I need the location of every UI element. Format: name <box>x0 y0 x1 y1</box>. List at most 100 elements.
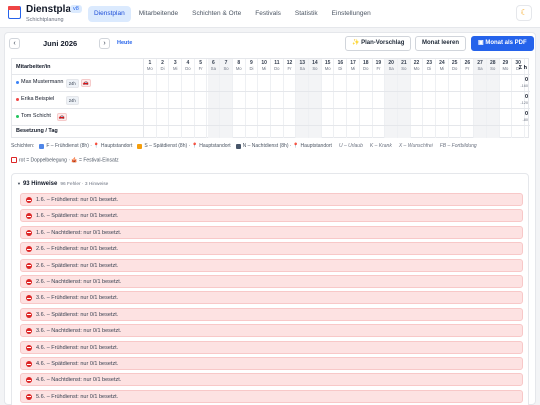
day-cell[interactable] <box>296 126 310 138</box>
day-cell[interactable] <box>309 109 322 125</box>
day-cell[interactable] <box>360 109 373 125</box>
day-cell[interactable] <box>449 75 462 91</box>
day-cell[interactable] <box>335 126 348 138</box>
day-cell[interactable] <box>207 75 221 91</box>
day-cell[interactable] <box>500 109 513 125</box>
day-cell[interactable] <box>157 126 170 138</box>
day-cell[interactable] <box>335 75 348 91</box>
day-cell[interactable] <box>144 75 157 91</box>
day-cell[interactable] <box>258 92 271 108</box>
day-cell[interactable] <box>423 92 437 108</box>
day-cell[interactable] <box>322 92 335 108</box>
day-cell[interactable] <box>144 126 157 138</box>
day-cell[interactable] <box>258 75 271 91</box>
day-cell[interactable] <box>449 92 462 108</box>
day-cell[interactable] <box>449 109 462 125</box>
day-cell[interactable] <box>398 109 411 125</box>
nav-tab[interactable]: Statistik <box>289 6 324 22</box>
day-cell[interactable] <box>309 126 322 138</box>
hint-item[interactable]: 1.6. – Spätdienst: nur 0/1 besetzt. <box>20 209 523 223</box>
export-pdf-button[interactable]: ▣ Monat als PDF <box>471 36 534 51</box>
hints-header[interactable]: ▼ 93 Hinweise 96 Fehler · 3 Hinweise <box>17 181 108 187</box>
day-cell[interactable] <box>284 126 297 138</box>
day-cell[interactable] <box>512 75 525 91</box>
day-cell[interactable] <box>284 75 297 91</box>
day-cell[interactable] <box>449 126 462 138</box>
day-cell[interactable] <box>182 75 195 91</box>
day-cell[interactable] <box>233 109 246 125</box>
hint-item[interactable]: 1.6. – Frühdienst: nur 0/1 besetzt. <box>20 193 523 206</box>
day-cell[interactable] <box>512 109 525 125</box>
day-cell[interactable] <box>423 75 437 91</box>
day-cell[interactable] <box>296 109 310 125</box>
day-cell[interactable] <box>296 92 310 108</box>
next-month-button[interactable]: › <box>99 38 110 49</box>
day-cell[interactable] <box>373 92 386 108</box>
day-cell[interactable] <box>233 126 246 138</box>
day-cell[interactable] <box>512 126 525 138</box>
hint-item[interactable]: 4.6. – Spätdienst: nur 0/1 besetzt. <box>20 357 523 370</box>
day-cell[interactable] <box>486 92 500 108</box>
day-cell[interactable] <box>169 126 183 138</box>
day-cell[interactable] <box>474 92 487 108</box>
day-cell[interactable] <box>284 92 297 108</box>
today-button[interactable]: Heute <box>117 40 132 46</box>
day-cell[interactable] <box>220 75 233 91</box>
day-cell[interactable] <box>233 92 246 108</box>
hint-item[interactable]: 1.6. – Nachtdienst: nur 0/1 besetzt. <box>20 225 523 239</box>
day-cell[interactable] <box>512 92 525 108</box>
day-cell[interactable] <box>436 92 449 108</box>
day-cell[interactable] <box>207 126 221 138</box>
day-cell[interactable] <box>322 126 335 138</box>
day-cell[interactable] <box>271 109 284 125</box>
day-cell[interactable] <box>436 109 449 125</box>
day-cell[interactable] <box>500 92 513 108</box>
day-cell[interactable] <box>474 126 487 138</box>
day-cell[interactable] <box>309 92 322 108</box>
day-cell[interactable] <box>182 109 195 125</box>
day-cell[interactable] <box>360 75 373 91</box>
day-cell[interactable] <box>373 126 386 138</box>
hint-item[interactable]: 2.6. – Spätdienst: nur 0/1 besetzt. <box>20 258 523 272</box>
day-cell[interactable] <box>157 75 170 91</box>
day-cell[interactable] <box>436 75 449 91</box>
hint-item[interactable]: 3.6. – Nachtdienst: nur 0/1 besetzt. <box>20 324 523 338</box>
day-cell[interactable] <box>246 92 259 108</box>
day-cell[interactable] <box>246 126 259 138</box>
nav-tab[interactable]: Schichten & Orte <box>186 6 247 22</box>
day-cell[interactable] <box>474 109 487 125</box>
day-cell[interactable] <box>411 126 424 138</box>
day-cell[interactable] <box>462 126 475 138</box>
employee-name-cell[interactable]: Erika Beispiel 24h <box>12 92 144 108</box>
day-cell[interactable] <box>169 92 183 108</box>
day-cell[interactable] <box>246 75 259 91</box>
day-cell[interactable] <box>233 75 246 91</box>
day-cell[interactable] <box>220 109 233 125</box>
day-cell[interactable] <box>284 109 297 125</box>
hint-item[interactable]: 3.6. – Frühdienst: nur 0/1 besetzt. <box>20 291 523 305</box>
day-cell[interactable] <box>246 109 259 125</box>
day-cell[interactable] <box>423 109 437 125</box>
day-cell[interactable] <box>436 126 449 138</box>
day-cell[interactable] <box>220 126 233 138</box>
hint-item[interactable]: 2.6. – Frühdienst: nur 0/1 besetzt. <box>20 242 523 256</box>
day-cell[interactable] <box>157 92 170 108</box>
day-cell[interactable] <box>347 126 360 138</box>
day-cell[interactable] <box>373 75 386 91</box>
day-cell[interactable] <box>271 126 284 138</box>
day-cell[interactable] <box>398 126 411 138</box>
nav-tab[interactable]: Einstellungen <box>326 6 377 22</box>
day-cell[interactable] <box>385 126 398 138</box>
day-cell[interactable] <box>398 75 411 91</box>
employee-name-cell[interactable]: Max Mustermann 24h 🚗 <box>12 75 144 91</box>
nav-tab[interactable]: Festivals <box>249 6 287 22</box>
day-cell[interactable] <box>207 92 221 108</box>
day-cell[interactable] <box>195 126 208 138</box>
moon-icon[interactable]: ☾ <box>516 5 532 21</box>
day-cell[interactable] <box>271 92 284 108</box>
day-cell[interactable] <box>258 109 271 125</box>
day-cell[interactable] <box>486 75 500 91</box>
hint-item[interactable]: 2.6. – Nachtdienst: nur 0/1 besetzt. <box>20 275 523 288</box>
day-cell[interactable] <box>207 109 221 125</box>
day-cell[interactable] <box>220 92 233 108</box>
